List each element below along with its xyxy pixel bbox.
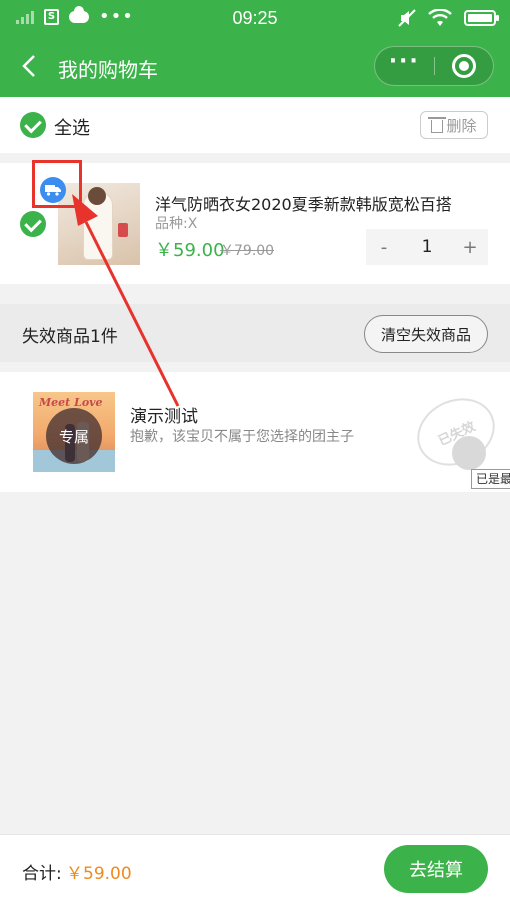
product-original-price: ￥79.00: [220, 243, 275, 259]
item-checkbox[interactable]: [20, 211, 46, 237]
more-button[interactable]: ···: [375, 47, 434, 85]
chevron-left-icon[interactable]: [18, 52, 42, 80]
select-all-checkbox[interactable]: [20, 112, 46, 138]
quantity-stepper: - 1 +: [366, 229, 488, 265]
decrease-button[interactable]: -: [366, 237, 402, 258]
clear-invalid-button[interactable]: 清空失效商品: [364, 315, 488, 353]
invalid-goods-title: 失效商品1件: [22, 327, 118, 347]
select-all-label: 全选: [54, 118, 90, 139]
increase-button[interactable]: +: [452, 237, 488, 258]
product-spec: 品种:X: [155, 216, 198, 232]
mute-icon: [398, 9, 416, 27]
nav-bar: 我的购物车 ···: [0, 38, 510, 97]
select-all-row: 全选 删除: [0, 97, 510, 153]
exclusive-badge: 专属: [46, 408, 102, 464]
product-name[interactable]: 洋气防晒衣女2020夏季新款韩版宽松百搭: [155, 191, 460, 215]
close-button[interactable]: [435, 47, 494, 85]
more-dots-icon: ···: [388, 49, 420, 74]
annotation-highlight-box: [32, 160, 82, 208]
top-bar: S ••• 09:25 我的购物车 ···: [0, 0, 510, 97]
tooltip: 已是最: [471, 469, 510, 489]
wifi-icon: [428, 9, 452, 26]
disabled-check-icon: [452, 436, 486, 470]
mini-program-capsule: ···: [374, 46, 494, 86]
product-price: ￥59.00: [155, 240, 225, 261]
total-value: ￥59.00: [66, 864, 132, 884]
delete-button[interactable]: 删除: [420, 111, 488, 139]
page-title: 我的购物车: [58, 58, 158, 82]
quantity-value[interactable]: 1: [402, 237, 452, 257]
checkout-bar: 合计: ￥59.00 去结算: [0, 834, 510, 903]
target-circle-icon: [451, 54, 476, 78]
trash-icon: [428, 117, 447, 133]
status-bar: S ••• 09:25: [0, 0, 510, 38]
total-label: 合计:: [22, 864, 62, 884]
invalid-goods-header: 失效商品1件 清空失效商品: [0, 304, 510, 362]
checkout-button[interactable]: 去结算: [384, 845, 488, 893]
invalid-product-name: 演示测试: [130, 407, 198, 427]
invalid-reason: 抱歉，该宝贝不属于您选择的团主子: [130, 429, 354, 445]
delete-label: 删除: [446, 116, 477, 135]
battery-icon: [464, 10, 499, 26]
